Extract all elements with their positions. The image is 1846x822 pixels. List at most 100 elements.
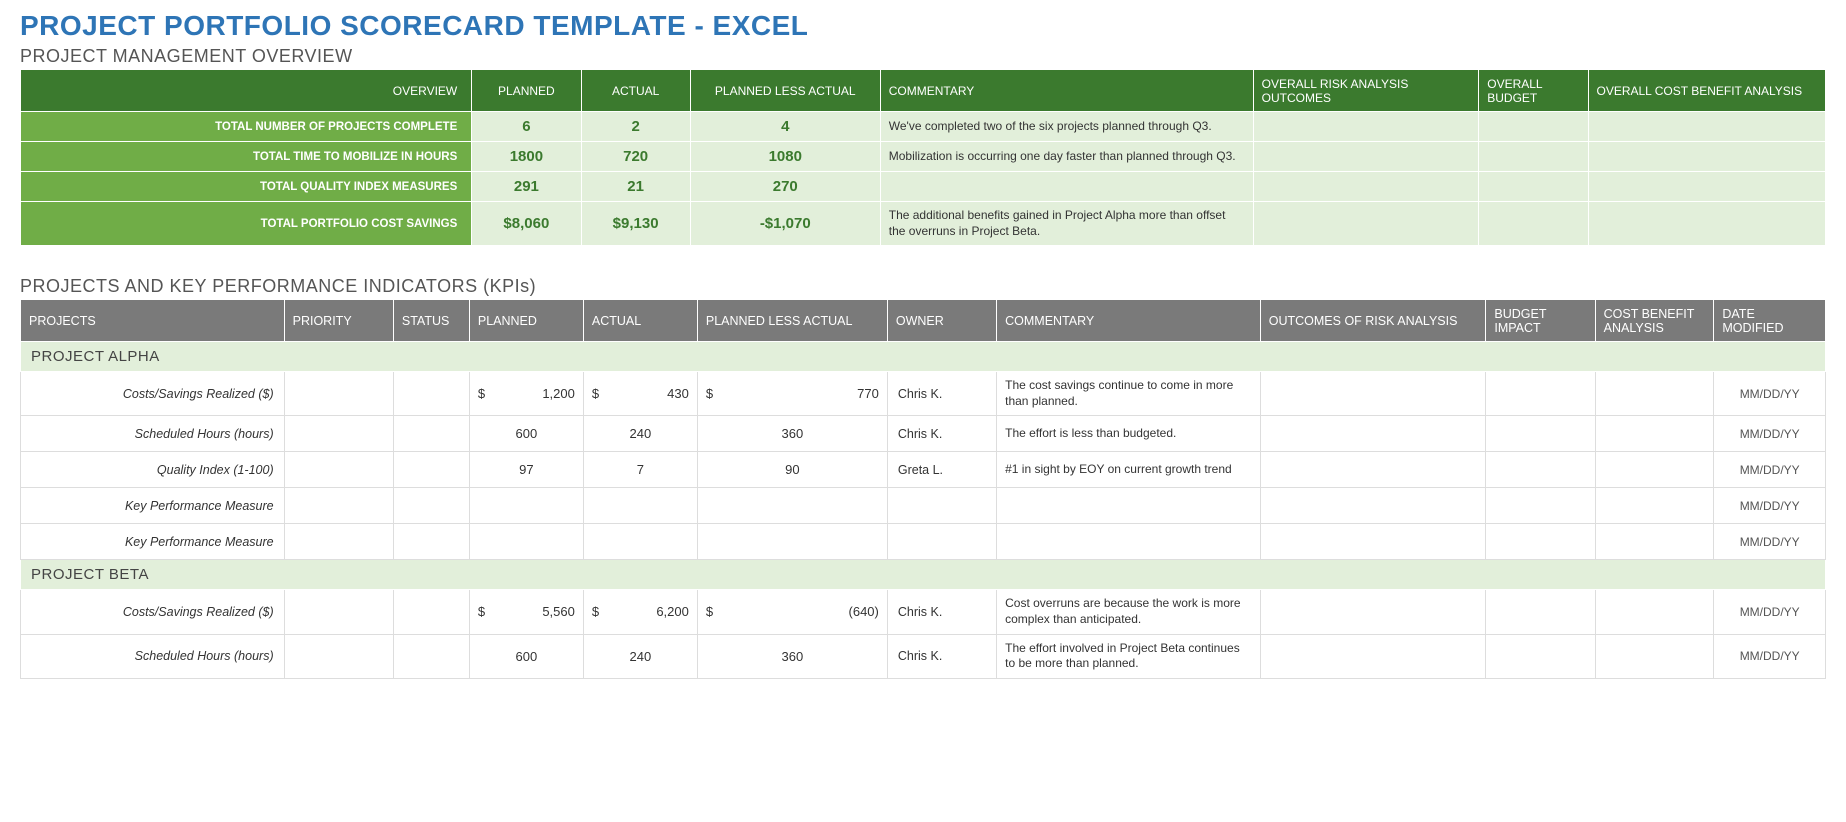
ov-risk[interactable] [1253, 142, 1479, 172]
ov-risk[interactable] [1253, 112, 1479, 142]
kpi-cba[interactable] [1595, 452, 1714, 488]
kpi-date[interactable]: MM/DD/YY [1714, 416, 1826, 452]
kpi-owner[interactable]: Greta L. [887, 452, 996, 488]
ov-pla[interactable]: 270 [690, 172, 880, 202]
status-tag[interactable]: YELLOW [393, 372, 469, 416]
kpi-owner[interactable]: Chris K. [887, 372, 996, 416]
ov-planned[interactable]: 6 [472, 112, 581, 142]
kpi-risk[interactable] [1260, 372, 1486, 416]
ov-cba[interactable] [1588, 202, 1826, 246]
ov-comment[interactable]: We've completed two of the six projects … [880, 112, 1253, 142]
kpi-cba[interactable] [1595, 488, 1714, 524]
kpi-date[interactable]: MM/DD/YY [1714, 372, 1826, 416]
kpi-budget[interactable] [1486, 452, 1595, 488]
kpi-pla[interactable]: 360 [697, 416, 887, 452]
ov-actual[interactable]: 720 [581, 142, 690, 172]
kpi-risk[interactable] [1260, 524, 1486, 560]
kpi-owner[interactable]: Chris K. [887, 590, 996, 634]
priority-tag[interactable]: HIGH [284, 524, 393, 560]
kpi-owner[interactable] [887, 524, 996, 560]
kpi-planned[interactable]: 600 [469, 634, 583, 678]
kpi-budget[interactable] [1486, 488, 1595, 524]
kpi-comment[interactable]: The effort involved in Project Beta cont… [997, 634, 1261, 678]
kpi-owner[interactable]: Chris K. [887, 416, 996, 452]
kpi-pla[interactable] [697, 488, 887, 524]
kpi-budget[interactable] [1486, 524, 1595, 560]
kpi-cba[interactable] [1595, 416, 1714, 452]
kpi-planned[interactable] [469, 488, 583, 524]
kpi-budget[interactable] [1486, 590, 1595, 634]
ov-planned[interactable]: $8,060 [472, 202, 581, 246]
kpi-comment[interactable] [997, 524, 1261, 560]
kpi-cba[interactable] [1595, 524, 1714, 560]
kpi-actual[interactable]: 7 [583, 452, 697, 488]
kpi-budget[interactable] [1486, 372, 1595, 416]
kpi-risk[interactable] [1260, 416, 1486, 452]
priority-tag[interactable]: HIGH [284, 590, 393, 634]
kpi-actual[interactable] [583, 524, 697, 560]
ov-pla[interactable]: 1080 [690, 142, 880, 172]
kpi-cba[interactable] [1595, 634, 1714, 678]
ov-cba[interactable] [1588, 172, 1826, 202]
kpi-cba[interactable] [1595, 372, 1714, 416]
kpi-actual[interactable]: 240 [583, 416, 697, 452]
kpi-planned[interactable]: $5,560 [469, 590, 583, 634]
kpi-budget[interactable] [1486, 416, 1595, 452]
kpi-planned[interactable]: 97 [469, 452, 583, 488]
kpi-pla[interactable]: $770 [697, 372, 887, 416]
ov-comment[interactable]: Mobilization is occurring one day faster… [880, 142, 1253, 172]
priority-tag[interactable]: MEDIUM [284, 634, 393, 678]
status-tag[interactable]: GREEN [393, 524, 469, 560]
kpi-planned[interactable]: $1,200 [469, 372, 583, 416]
ov-comment[interactable]: The additional benefits gained in Projec… [880, 202, 1253, 246]
priority-tag[interactable]: LOW [284, 372, 393, 416]
ov-budget[interactable] [1479, 202, 1588, 246]
kpi-risk[interactable] [1260, 488, 1486, 524]
kpi-date[interactable]: MM/DD/YY [1714, 634, 1826, 678]
ov-actual[interactable]: 2 [581, 112, 690, 142]
ov-planned[interactable]: 1800 [472, 142, 581, 172]
kpi-planned[interactable] [469, 524, 583, 560]
kpi-risk[interactable] [1260, 590, 1486, 634]
kpi-comment[interactable] [997, 488, 1261, 524]
status-tag[interactable]: GREEN [393, 488, 469, 524]
kpi-budget[interactable] [1486, 634, 1595, 678]
ov-planned[interactable]: 291 [472, 172, 581, 202]
kpi-date[interactable]: MM/DD/YY [1714, 590, 1826, 634]
kpi-pla[interactable]: 360 [697, 634, 887, 678]
kpi-actual[interactable] [583, 488, 697, 524]
ov-actual[interactable]: 21 [581, 172, 690, 202]
kpi-actual[interactable]: $430 [583, 372, 697, 416]
kpi-actual[interactable]: $6,200 [583, 590, 697, 634]
kpi-cba[interactable] [1595, 590, 1714, 634]
kpi-date[interactable]: MM/DD/YY [1714, 452, 1826, 488]
ov-pla[interactable]: -$1,070 [690, 202, 880, 246]
priority-tag[interactable]: LOW [284, 488, 393, 524]
kpi-planned[interactable]: 600 [469, 416, 583, 452]
kpi-date[interactable]: MM/DD/YY [1714, 488, 1826, 524]
ov-budget[interactable] [1479, 112, 1588, 142]
priority-tag[interactable]: MEDIUM [284, 416, 393, 452]
status-tag[interactable]: YELLOW [393, 590, 469, 634]
kpi-comment[interactable]: The cost savings continue to come in mor… [997, 372, 1261, 416]
ov-actual[interactable]: $9,130 [581, 202, 690, 246]
status-tag[interactable]: GREY [393, 634, 469, 678]
kpi-pla[interactable]: $(640) [697, 590, 887, 634]
kpi-actual[interactable]: 240 [583, 634, 697, 678]
kpi-comment[interactable]: The effort is less than budgeted. [997, 416, 1261, 452]
kpi-risk[interactable] [1260, 452, 1486, 488]
ov-pla[interactable]: 4 [690, 112, 880, 142]
priority-tag[interactable]: HIGH [284, 452, 393, 488]
status-tag[interactable]: RED [393, 416, 469, 452]
kpi-risk[interactable] [1260, 634, 1486, 678]
kpi-comment[interactable]: Cost overruns are because the work is mo… [997, 590, 1261, 634]
ov-cba[interactable] [1588, 112, 1826, 142]
ov-budget[interactable] [1479, 172, 1588, 202]
ov-budget[interactable] [1479, 142, 1588, 172]
ov-cba[interactable] [1588, 142, 1826, 172]
status-tag[interactable]: GREY [393, 452, 469, 488]
kpi-pla[interactable] [697, 524, 887, 560]
ov-risk[interactable] [1253, 172, 1479, 202]
kpi-pla[interactable]: 90 [697, 452, 887, 488]
ov-comment[interactable] [880, 172, 1253, 202]
